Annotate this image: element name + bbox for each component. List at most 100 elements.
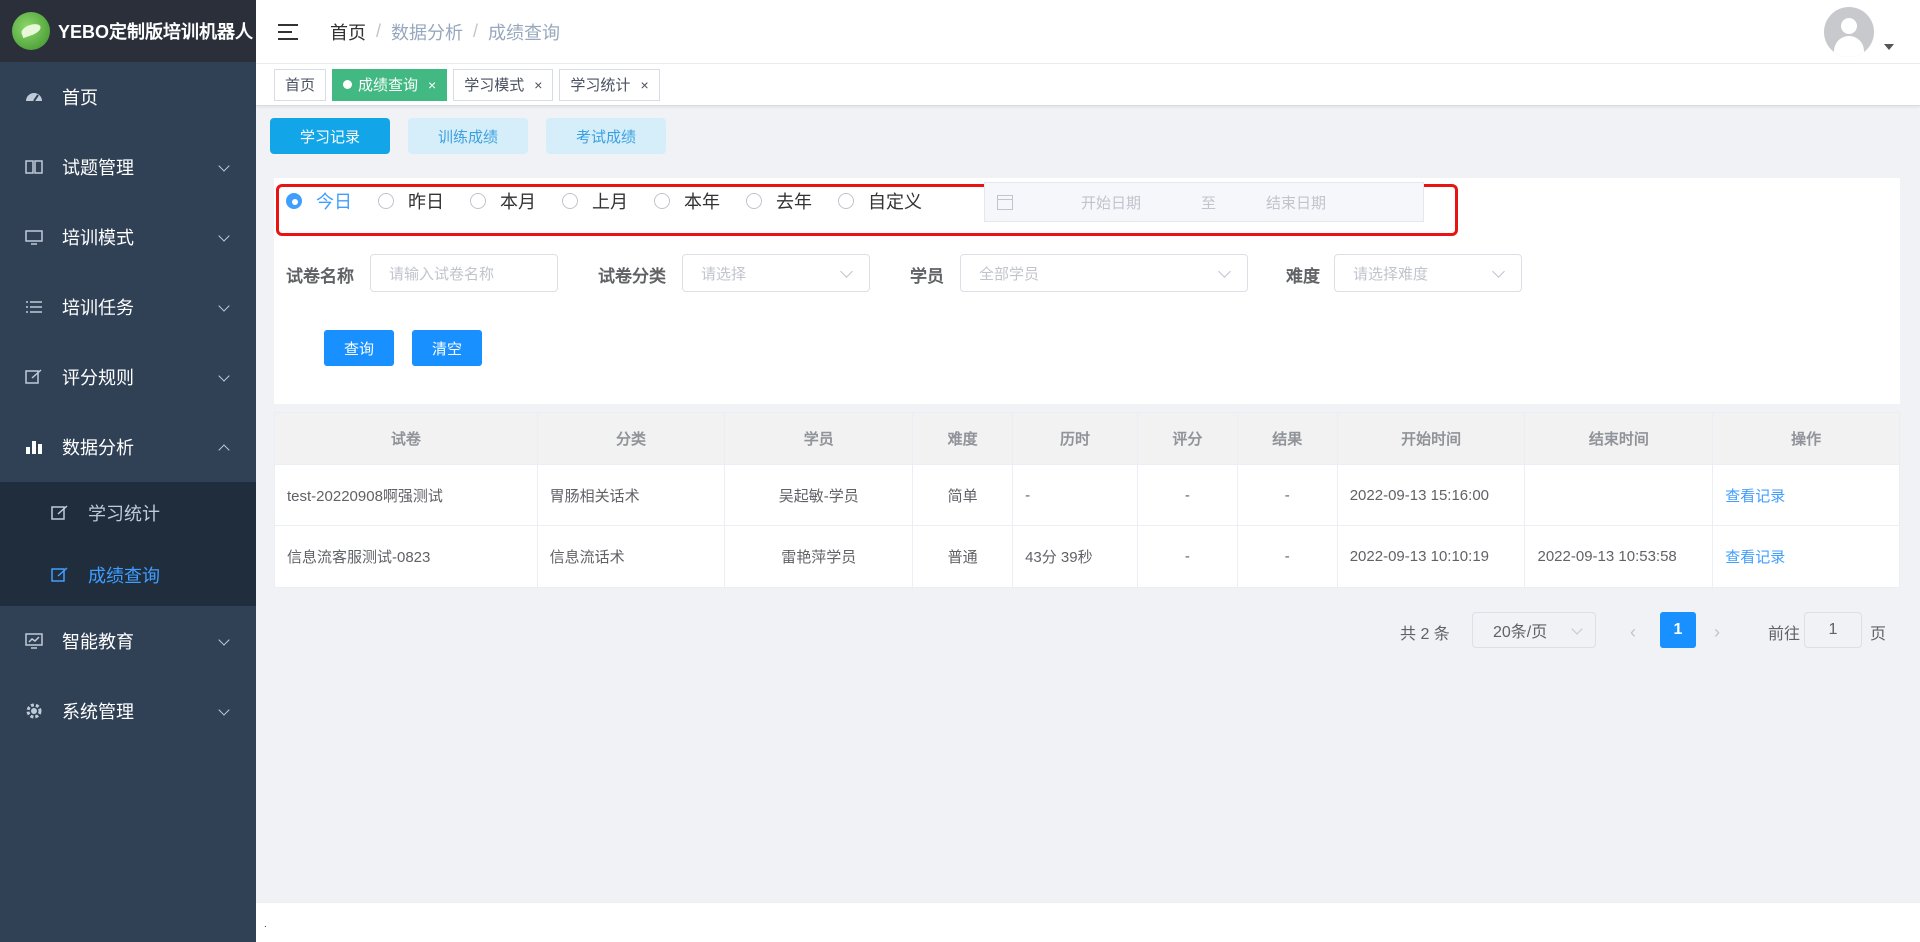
sidebar-item-data-analysis[interactable]: 数据分析 [0, 412, 256, 482]
sidebar-item-training-tasks[interactable]: 培训任务 [0, 272, 256, 342]
table-cell: - [1013, 465, 1138, 525]
query-button[interactable]: 查询 [324, 330, 394, 366]
sidebar-item-home[interactable]: 首页 [0, 62, 256, 132]
page-size-select[interactable]: 20条/页 [1472, 612, 1596, 648]
avatar[interactable] [1824, 7, 1874, 57]
caret-down-icon[interactable] [1884, 44, 1894, 50]
table-cell: 吴起敏-学员 [725, 465, 914, 525]
date-start-input[interactable]: 开始日期 [1081, 192, 1141, 213]
table-cell: 2022-09-13 10:10:19 [1338, 526, 1526, 587]
radio-last-month[interactable]: 上月 [562, 188, 628, 214]
close-icon[interactable]: × [428, 77, 436, 93]
radio-this-month[interactable]: 本月 [470, 188, 536, 214]
sidebar-item-scoring-rules[interactable]: 评分规则 [0, 342, 256, 412]
book-icon [24, 157, 44, 177]
app-title: YEBO定制版培训机器人 [58, 22, 254, 42]
tag-learning-stats[interactable]: 学习统计 × [559, 68, 660, 101]
app-logo: YEBO定制版培训机器人 [0, 0, 256, 62]
category-label: 试卷分类 [598, 267, 666, 286]
prev-page-icon[interactable]: ‹ [1630, 622, 1636, 643]
radio-last-year[interactable]: 去年 [746, 188, 812, 214]
table-header-cell: 结束时间 [1525, 413, 1714, 464]
chevron-down-icon [218, 230, 230, 242]
page-number-current[interactable]: 1 [1660, 612, 1696, 648]
sidebar-item-training-mode[interactable]: 培训模式 [0, 202, 256, 272]
paper-name-placeholder: 请输入试卷名称 [389, 265, 495, 283]
chart-screen-icon [24, 631, 44, 651]
sidebar-item-label: 系统管理 [62, 702, 134, 722]
radio-label: 昨日 [408, 192, 444, 212]
chevron-down-icon [218, 704, 230, 716]
logo-icon [12, 12, 50, 50]
active-dot-icon [343, 80, 353, 89]
category-select[interactable]: 请选择 [682, 254, 870, 292]
table-cell: 普通 [913, 526, 1014, 587]
radio-yesterday[interactable]: 昨日 [378, 188, 444, 214]
top-header: 首页 / 数据分析 / 成绩查询 [256, 0, 1920, 64]
tag-home[interactable]: 首页 [274, 68, 327, 101]
student-select[interactable]: 全部学员 [960, 254, 1248, 292]
table-header-cell: 分类 [538, 413, 726, 464]
tag-score-query[interactable]: 成绩查询 × [332, 68, 448, 101]
goto-suffix: 页 [1870, 626, 1887, 643]
sidebar-item-system[interactable]: 系统管理 [0, 676, 256, 746]
date-range-picker[interactable]: 开始日期 至 结束日期 [984, 182, 1424, 222]
filter-fields: 试卷名称 请输入试卷名称 试卷分类 请选择 学员 全部学员 难度 请选择难度 [286, 254, 1686, 292]
hamburger-icon[interactable] [278, 23, 300, 41]
tag-learning-mode[interactable]: 学习模式 × [453, 68, 554, 101]
table-cell: 信息流客服测试-0823 [275, 526, 538, 587]
clear-button[interactable]: 清空 [412, 330, 482, 366]
sidebar-item-questions[interactable]: 试题管理 [0, 132, 256, 202]
sidebar-item-label: 试题管理 [62, 158, 134, 178]
radio-icon [654, 193, 670, 209]
table-cell: 查看记录 [1713, 465, 1899, 525]
sidebar-subitem-learning-stats[interactable]: 学习统计 [0, 482, 256, 544]
sidebar-item-label: 首页 [62, 88, 98, 108]
radio-label: 本年 [684, 192, 720, 212]
sidebar-item-label: 评分规则 [62, 368, 134, 388]
radio-custom[interactable]: 自定义 [838, 188, 922, 214]
date-end-input[interactable]: 结束日期 [1266, 192, 1326, 213]
table-header-row: 试卷 分类 学员 难度 历时 评分 结果 开始时间 结束时间 操作 [275, 413, 1899, 465]
date-radio-group: 今日 昨日 本月 上月 本年 去年 自定义 [286, 184, 922, 218]
student-label: 学员 [910, 267, 944, 286]
radio-icon [470, 193, 486, 209]
monitor-icon [24, 227, 44, 247]
table-cell: 信息流话术 [538, 526, 726, 587]
next-page-icon[interactable]: › [1714, 622, 1720, 643]
tab-exam-scores[interactable]: 考试成绩 [546, 118, 666, 154]
category-placeholder: 请选择 [701, 265, 747, 283]
table-row: 信息流客服测试-0823 信息流话术 雷艳萍学员 普通 43分 39秒 - - … [275, 526, 1899, 587]
table-cell: 2022-09-13 10:53:58 [1525, 526, 1714, 587]
close-icon[interactable]: × [640, 77, 648, 93]
difficulty-select[interactable]: 请选择难度 [1334, 254, 1522, 292]
chevron-down-icon [218, 300, 230, 312]
sidebar-subitem-score-query[interactable]: 成绩查询 [0, 544, 256, 606]
footer: . [256, 902, 1920, 942]
radio-this-year[interactable]: 本年 [654, 188, 720, 214]
table-header-cell: 试卷 [275, 413, 538, 464]
chevron-down-icon [1492, 265, 1505, 278]
close-icon[interactable]: × [534, 77, 542, 93]
sidebar-item-smart-education[interactable]: 智能教育 [0, 606, 256, 676]
radio-today[interactable]: 今日 [286, 188, 352, 214]
radio-label: 去年 [776, 192, 812, 212]
sidebar-item-label: 培训模式 [62, 228, 134, 248]
goto-page-input[interactable]: 1 [1804, 612, 1862, 648]
table-cell: 简单 [913, 465, 1014, 525]
radio-icon [378, 193, 394, 209]
edit-icon [24, 367, 44, 387]
view-record-link[interactable]: 查看记录 [1725, 485, 1785, 506]
tag-label: 首页 [285, 77, 316, 94]
breadcrumb-item-home[interactable]: 首页 [330, 19, 366, 45]
chevron-down-icon [1218, 265, 1231, 278]
tab-learning-records[interactable]: 学习记录 [270, 118, 390, 154]
list-icon [24, 297, 44, 317]
tag-label: 成绩查询 [358, 77, 419, 94]
table-cell: - [1238, 526, 1338, 587]
filter-panel: 今日 昨日 本月 上月 本年 去年 自定义 开始日期 至 结束日期 试卷名称 请… [274, 178, 1900, 404]
view-record-link[interactable]: 查看记录 [1725, 546, 1785, 567]
tab-training-scores[interactable]: 训练成绩 [408, 118, 528, 154]
paper-name-input[interactable]: 请输入试卷名称 [370, 254, 558, 292]
pagination: 共 2 条 20条/页 ‹ 1 › 前往 1 页 [1400, 612, 1920, 648]
